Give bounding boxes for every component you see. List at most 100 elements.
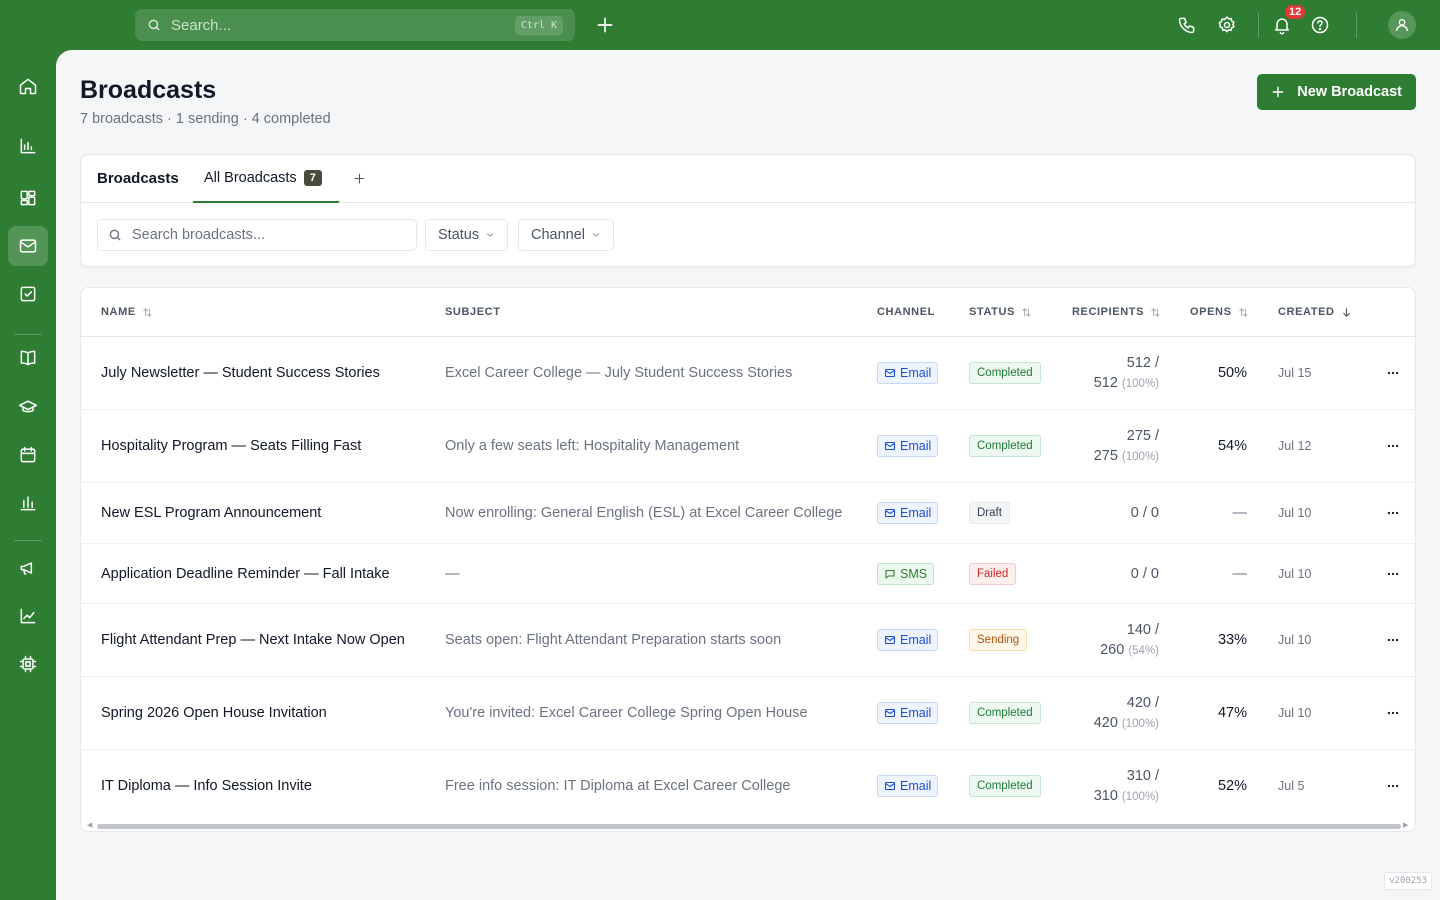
broadcast-search-input[interactable]: Search broadcasts... [97,219,417,251]
table-row[interactable]: New ESL Program Announcement Now enrolli… [81,483,1415,544]
row-actions-button[interactable] [1383,750,1403,822]
sidebar-divider [14,540,42,541]
sort-icon [1238,307,1248,317]
broadcast-subject: Seats open: Flight Attendant Preparation… [445,632,782,648]
mail-icon [884,508,896,518]
channel-cell: Email [877,410,939,482]
column-header-name[interactable]: NAME [101,306,153,318]
created-date: Jul 10 [1278,506,1312,520]
opens-rate: 52% [1217,778,1247,794]
channel-label: SMS [900,566,928,581]
scrollbar-thumb[interactable] [97,824,1401,829]
row-actions-button[interactable] [1383,604,1403,676]
mail-icon [884,708,896,718]
recipients-total: 260 [1100,641,1125,658]
chip-icon [19,655,37,673]
horizontal-scrollbar[interactable]: ◀ ▶ [87,822,1411,830]
row-actions-button[interactable] [1383,337,1403,409]
sidebar-item-tasks[interactable] [8,274,48,314]
top-bar: Search... Ctrl K 12 [0,0,1440,50]
channel-label: Email [900,439,932,453]
scroll-left-arrow[interactable]: ◀ [87,822,95,830]
channel-label: Email [900,366,932,380]
chevron-down-icon [487,233,494,238]
column-header-recipients[interactable]: RECIPIENTS [1072,306,1161,318]
recipients-percent: (100%) [1121,377,1159,390]
status-badge: Completed [969,435,1041,457]
new-broadcast-button[interactable]: New Broadcast [1257,74,1416,110]
status-badge: Completed [969,775,1041,797]
column-header-created[interactable]: CREATED [1278,306,1352,318]
channel-label: Email [900,779,932,793]
sidebar-item-campaigns[interactable] [8,548,48,588]
checkbox-icon [20,286,36,302]
quick-add-button[interactable] [593,13,617,37]
table-row[interactable]: IT Diploma — Info Session Invite Free in… [81,750,1415,822]
created-date: Jul 15 [1278,366,1312,380]
sidebar-item-students[interactable] [8,387,48,427]
broadcast-name[interactable]: Hospitality Program — Seats Filling Fast [101,410,361,482]
sort-desc-icon [1342,307,1350,317]
plus-icon [597,17,613,33]
recipients-sent: 140 / [1126,621,1159,638]
table-row[interactable]: Application Deadline Reminder — Fall Int… [81,544,1415,604]
sidebar-item-analytics[interactable] [8,483,48,523]
recipients-cell: 310 / 310 (100%) [1071,750,1159,822]
recipients-sent: 512 / [1126,354,1159,371]
channel-cell: Email [877,483,939,543]
row-actions-button[interactable] [1383,677,1403,749]
row-actions-button[interactable] [1383,410,1403,482]
broadcast-name[interactable]: July Newsletter — Student Success Storie… [101,337,380,409]
sidebar-item-integrations[interactable] [8,644,48,684]
channel-cell: Email [877,677,939,749]
broadcast-name[interactable]: New ESL Program Announcement [101,483,321,543]
broadcast-name[interactable]: Application Deadline Reminder — Fall Int… [101,544,390,603]
recipients-cell: 512 / 512 (100%) [1071,337,1159,409]
broadcast-subject: Only a few seats left: Hospitality Manag… [445,438,740,454]
help-button[interactable] [1308,13,1332,37]
user-avatar[interactable] [1388,11,1416,39]
table-row[interactable]: Flight Attendant Prep — Next Intake Now … [81,604,1415,677]
help-icon [1311,16,1329,34]
table-header: NAME SUBJECT CHANNEL STATUS RECIPIENTS O… [81,288,1415,337]
tab-all-broadcasts[interactable]: All Broadcasts 7 [193,155,339,203]
gear-icon [1218,16,1235,33]
scroll-right-arrow[interactable]: ▶ [1403,822,1411,830]
table-row[interactable]: July Newsletter — Student Success Storie… [81,337,1415,410]
sidebar-item-home[interactable] [8,66,48,106]
sidebar-item-calendar[interactable] [8,435,48,475]
sidebar-item-programs[interactable] [8,338,48,378]
mail-icon [884,781,896,791]
sidebar-item-dashboard[interactable] [8,178,48,218]
column-header-label: RECIPIENTS [1072,306,1145,318]
mail-icon [884,368,896,378]
row-actions-button[interactable] [1383,544,1403,603]
phone-button[interactable] [1175,13,1199,37]
row-actions-button[interactable] [1383,483,1403,543]
opens-rate: — [1232,565,1248,582]
sort-icon [143,307,152,317]
status-filter-dropdown[interactable]: Status [425,219,509,251]
sidebar-item-trends[interactable] [8,596,48,636]
table-row[interactable]: Spring 2026 Open House Invitation You're… [81,677,1415,750]
add-view-button[interactable] [349,168,369,188]
broadcast-name[interactable]: Spring 2026 Open House Invitation [101,677,327,749]
dashboard-icon [20,190,36,206]
channel-filter-dropdown[interactable]: Channel [518,219,615,251]
recipients-cell: 0 / 0 [1130,565,1159,582]
table-row[interactable]: Hospitality Program — Seats Filling Fast… [81,410,1415,483]
sidebar-item-reports[interactable] [8,126,48,166]
column-header-opens[interactable]: OPENS [1190,306,1249,318]
broadcast-name[interactable]: Flight Attendant Prep — Next Intake Now … [101,604,405,676]
broadcast-name[interactable]: IT Diploma — Info Session Invite [101,750,312,822]
more-horizontal-icon [1387,444,1399,448]
column-header-status[interactable]: STATUS [969,306,1032,318]
filter-card: Broadcasts All Broadcasts 7 Search broad… [80,154,1416,267]
sidebar-item-broadcasts[interactable] [8,226,48,266]
global-search-input[interactable]: Search... Ctrl K [135,9,575,41]
status-cell: Completed [969,677,1041,749]
recipients-sent: 275 / [1126,427,1159,444]
status-badge: Completed [969,702,1041,724]
settings-button[interactable] [1215,13,1239,37]
analytics-icon [20,496,36,511]
